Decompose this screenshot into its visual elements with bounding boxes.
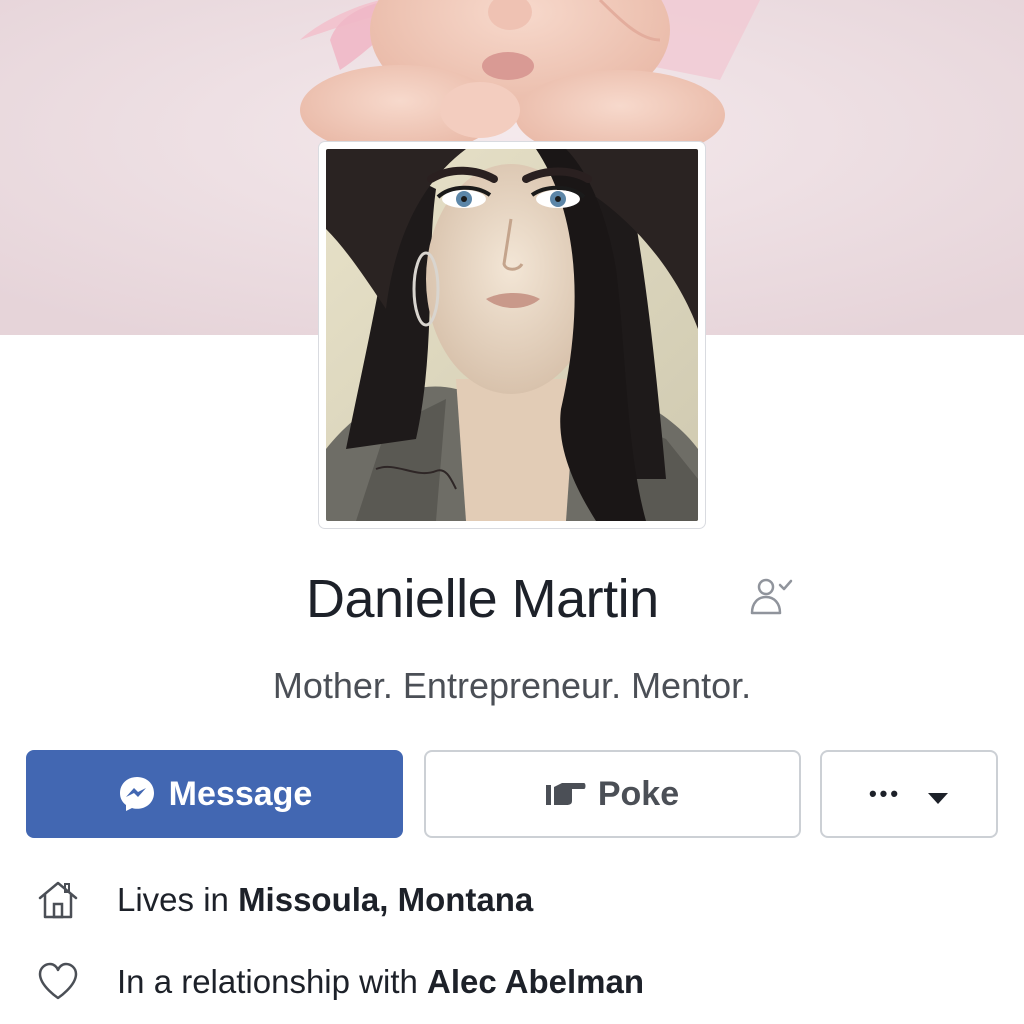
caret-down-icon	[927, 775, 949, 814]
heart-icon	[36, 960, 80, 1004]
profile-page: Danielle Martin Mother. Entrepreneur. Me…	[0, 0, 1024, 1024]
info-location-text: Lives in Missoula, Montana	[117, 870, 533, 930]
info-relationship-text: In a relationship with Alec Abelman	[117, 952, 644, 1012]
message-button-label: Message	[168, 774, 313, 813]
home-icon	[36, 878, 80, 922]
profile-name: Danielle Martin	[306, 569, 659, 629]
info-relationship-value[interactable]: Alec Abelman	[427, 963, 644, 1000]
messenger-icon	[117, 774, 157, 814]
name-row: Danielle Martin	[0, 562, 1024, 636]
info-row-location[interactable]: Lives in Missoula, Montana	[0, 870, 1024, 930]
profile-picture[interactable]	[326, 149, 698, 521]
pointing-hand-icon	[545, 781, 586, 807]
info-row-relationship[interactable]: In a relationship with Alec Abelman	[0, 952, 1024, 1012]
info-location-prefix: Lives in	[117, 881, 229, 918]
message-button[interactable]: Message	[26, 750, 403, 838]
poke-button[interactable]: Poke	[424, 750, 801, 838]
poke-button-label: Poke	[597, 774, 680, 813]
info-relationship-prefix: In a relationship with	[117, 963, 418, 1000]
person-check-icon[interactable]	[746, 573, 794, 621]
more-options-dots: •••	[868, 781, 902, 806]
profile-bio: Mother. Entrepreneur. Mentor.	[272, 665, 752, 706]
more-options-button[interactable]: •••	[820, 750, 998, 838]
profile-picture-frame[interactable]	[319, 142, 705, 528]
info-location-value[interactable]: Missoula, Montana	[238, 881, 533, 918]
